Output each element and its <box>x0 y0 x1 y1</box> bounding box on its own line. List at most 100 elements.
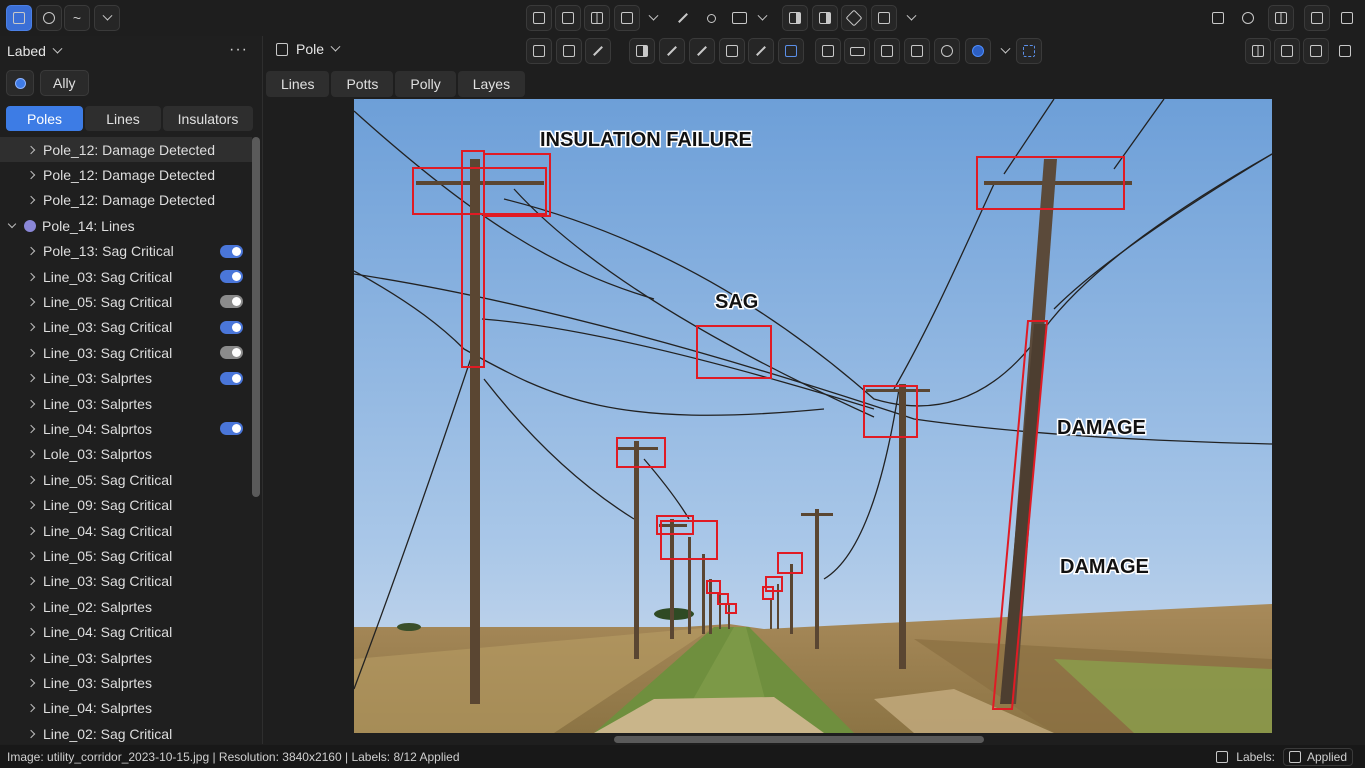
chevron-right-icon[interactable] <box>26 145 36 154</box>
note-tool-icon[interactable] <box>556 38 582 64</box>
visibility-toggle[interactable] <box>220 320 243 334</box>
chevron-down-icon[interactable] <box>94 5 120 31</box>
chevron-right-icon[interactable] <box>26 475 36 485</box>
chevron-right-icon[interactable] <box>26 247 36 256</box>
tree-row[interactable]: Line_04: Sag Critical <box>0 518 252 543</box>
pole-dropdown[interactable]: Pole <box>276 41 341 57</box>
tab-polly-view[interactable]: Polly <box>395 71 456 97</box>
tree-row[interactable]: Line_04: Sag Critical <box>0 619 252 644</box>
applied-button[interactable]: Applied <box>1282 747 1353 766</box>
square-tool-icon[interactable] <box>526 5 552 31</box>
page-copy-icon[interactable] <box>812 5 838 31</box>
image-canvas[interactable]: INSULATION FAILURE SAG DAMAGE DAMAGE <box>354 99 1272 733</box>
tree-row[interactable]: Line_04: Salprtes <box>0 696 252 721</box>
chevron-right-icon[interactable] <box>26 373 36 383</box>
line-tool-icon[interactable] <box>689 38 715 64</box>
tree-row[interactable]: Lole_03: Salprtos <box>0 442 252 467</box>
tree-row[interactable]: Line_09: Sag Critical <box>0 492 252 517</box>
print-icon[interactable] <box>1303 38 1329 64</box>
chevron-right-icon[interactable] <box>26 526 36 535</box>
tree-row[interactable]: Line_03: Salprtes <box>0 670 252 695</box>
wave-icon[interactable]: ~ <box>64 5 90 31</box>
layers-icon[interactable] <box>1245 38 1271 64</box>
chevron-down-icon[interactable] <box>992 38 1018 64</box>
tab-poles[interactable]: Poles <box>6 106 83 131</box>
visibility-toggle[interactable] <box>220 422 243 436</box>
tree-row[interactable]: Line_02: Sag Critical <box>0 721 252 743</box>
chevron-right-icon[interactable] <box>26 399 36 408</box>
tree-row[interactable]: Line_02: Salprtes <box>0 594 252 619</box>
chevron-right-icon[interactable] <box>26 577 36 586</box>
pointer-tool-icon[interactable] <box>778 38 804 64</box>
rectangle-tool-icon[interactable] <box>526 38 552 64</box>
chevron-right-icon[interactable] <box>26 704 36 713</box>
ally-button[interactable]: Ally <box>40 70 89 96</box>
pen-tool-icon[interactable] <box>670 5 696 31</box>
edit-icon[interactable] <box>1304 5 1330 31</box>
tree-row[interactable]: Pole_14: Lines <box>0 213 252 238</box>
more-icon[interactable] <box>1334 5 1360 31</box>
page-icon[interactable] <box>782 5 808 31</box>
link-tool-icon[interactable] <box>934 38 960 64</box>
tree-row[interactable]: Line_03: Sag Critical <box>0 569 252 594</box>
tree-row[interactable]: Line_05: Sag Critical <box>0 467 252 492</box>
chevron-right-icon[interactable] <box>26 551 36 561</box>
tab-lines-view[interactable]: Lines <box>266 71 330 97</box>
draw-tool-icon[interactable] <box>748 38 774 64</box>
globe-icon[interactable] <box>6 70 34 96</box>
rect-outline-icon[interactable] <box>844 38 870 64</box>
split-view-icon[interactable] <box>584 5 610 31</box>
visibility-toggle[interactable] <box>220 244 243 258</box>
chevron-right-icon[interactable] <box>26 450 36 459</box>
pencil-tool-icon[interactable] <box>659 38 685 64</box>
tree-row[interactable]: Pole_12: Damage Detected <box>0 188 252 213</box>
chevron-right-icon[interactable] <box>26 678 36 688</box>
visibility-toggle[interactable] <box>220 346 243 360</box>
panel-icon[interactable] <box>1268 5 1294 31</box>
crop-tool-icon[interactable] <box>614 5 640 31</box>
group-tool-icon[interactable] <box>904 38 930 64</box>
chevron-down-icon[interactable] <box>749 5 775 31</box>
tree-row[interactable]: Line_05: Sag Critical <box>0 289 252 314</box>
chevron-right-icon[interactable] <box>26 297 36 307</box>
tree-row[interactable]: Line_03: Salprtes <box>0 391 252 416</box>
select-area-icon[interactable] <box>1016 38 1042 64</box>
tree-row[interactable]: Line_05: Sag Critical <box>0 543 252 568</box>
layout-icon[interactable] <box>6 5 32 31</box>
settings-icon[interactable] <box>1235 5 1261 31</box>
magic-select-icon[interactable] <box>719 38 745 64</box>
bbox-tool-icon[interactable] <box>815 38 841 64</box>
chevron-right-icon[interactable] <box>26 627 36 637</box>
chevron-right-icon[interactable] <box>26 348 36 358</box>
tree-row[interactable]: Line_04: Salprtos <box>0 416 252 441</box>
horizontal-scrollbar[interactable] <box>614 736 984 743</box>
chevron-right-icon[interactable] <box>26 729 36 738</box>
visibility-toggle[interactable] <box>220 371 243 385</box>
tree-row[interactable]: Line_03: Salprtes <box>0 645 252 670</box>
tree-row[interactable]: Line_03: Sag Critical <box>0 340 252 365</box>
chevron-right-icon[interactable] <box>26 602 36 611</box>
chevron-right-icon[interactable] <box>26 196 36 205</box>
window-icon[interactable] <box>1205 5 1231 31</box>
chevron-right-icon[interactable] <box>26 170 36 180</box>
search-icon[interactable] <box>36 5 62 31</box>
diamond-icon[interactable] <box>841 5 867 31</box>
tree-row[interactable]: Line_03: Sag Critical <box>0 264 252 289</box>
color-tool-icon[interactable] <box>965 38 991 64</box>
chevron-right-icon[interactable] <box>26 424 36 434</box>
panel-header[interactable]: Labed <box>7 43 63 59</box>
chevron-right-icon[interactable] <box>26 653 36 662</box>
tree-row[interactable]: Pole_12: Damage Detected <box>0 162 252 187</box>
chevron-down-icon[interactable] <box>7 219 17 229</box>
expand-icon[interactable] <box>1332 38 1358 64</box>
tab-potts-view[interactable]: Potts <box>331 71 394 97</box>
vertical-scrollbar[interactable] <box>252 137 260 497</box>
lasso-tool-icon[interactable] <box>698 5 724 31</box>
node-tool-icon[interactable] <box>874 38 900 64</box>
visibility-toggle[interactable] <box>220 295 243 309</box>
visibility-toggle[interactable] <box>220 269 243 283</box>
file-tool-icon[interactable] <box>629 38 655 64</box>
frame-tool-icon[interactable] <box>555 5 581 31</box>
more-options-icon[interactable]: ··· <box>229 41 248 59</box>
chevron-down-icon[interactable] <box>898 5 924 31</box>
